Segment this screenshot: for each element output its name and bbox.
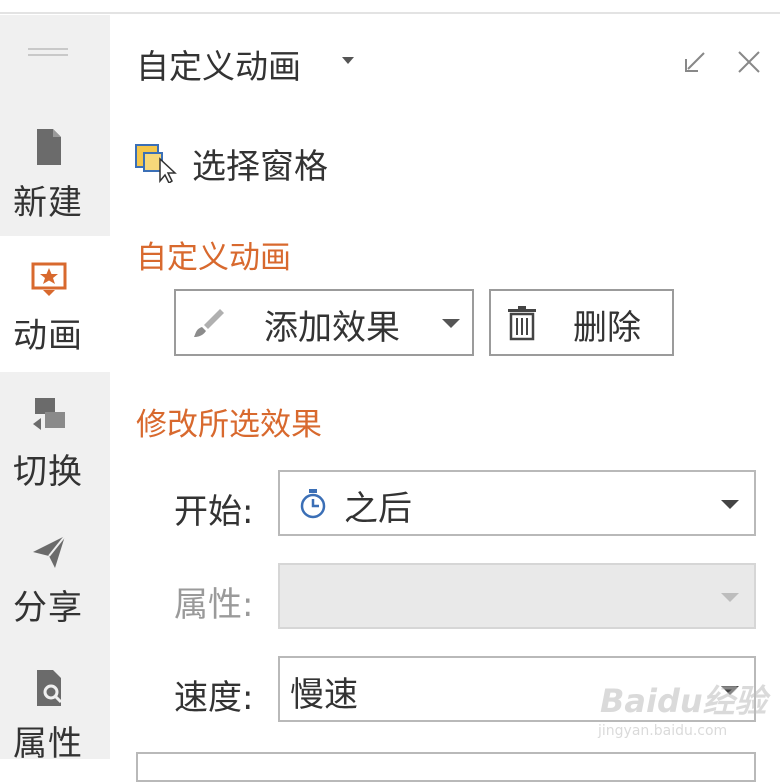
baidu-watermark: Baidu经验 jingyan.baidu.com bbox=[598, 676, 768, 746]
restore-icon[interactable] bbox=[680, 47, 710, 77]
sidebar-item-animation[interactable]: 动画 bbox=[0, 236, 110, 372]
delete-button[interactable]: 删除 bbox=[489, 289, 674, 356]
selection-pane-label: 选择窗格 bbox=[192, 147, 328, 187]
selection-pane-icon bbox=[135, 144, 177, 183]
clock-icon bbox=[300, 489, 326, 519]
sidebar-item-transition[interactable]: 切换 bbox=[0, 372, 110, 508]
add-effect-button[interactable]: 添加效果 bbox=[174, 289, 474, 356]
sidebar-item-new[interactable]: 新建 bbox=[0, 103, 110, 239]
brush-icon bbox=[194, 309, 224, 337]
sidebar-item-label: 动画 bbox=[13, 316, 83, 356]
document-icon bbox=[37, 129, 61, 165]
section-title-custom-animation: 自定义动画 bbox=[136, 240, 291, 276]
task-pane-sidebar: 新建 动画 切换 分享 属性 bbox=[0, 15, 110, 764]
drag-grip-icon[interactable] bbox=[28, 48, 68, 60]
speed-label: 速度: bbox=[174, 678, 254, 718]
watermark-url: jingyan.baidu.com bbox=[598, 723, 728, 739]
properties-icon bbox=[37, 670, 63, 706]
section-title-modify: 修改所选效果 bbox=[136, 407, 322, 443]
sidebar-item-label: 新建 bbox=[13, 183, 83, 223]
property-select bbox=[278, 563, 756, 629]
chevron-down-icon bbox=[721, 593, 739, 602]
property-label: 属性: bbox=[174, 585, 254, 625]
share-icon bbox=[33, 535, 66, 568]
sidebar-item-properties[interactable]: 属性 bbox=[0, 644, 110, 780]
sidebar-item-label: 切换 bbox=[13, 452, 83, 492]
chevron-down-icon[interactable] bbox=[721, 500, 739, 510]
watermark-brand: Baidu经验 bbox=[600, 682, 767, 720]
top-border bbox=[0, 0, 780, 14]
sidebar-item-label: 分享 bbox=[13, 588, 83, 628]
animation-list-box[interactable] bbox=[136, 752, 756, 782]
chevron-down-icon[interactable] bbox=[342, 57, 354, 65]
add-effect-label: 添加效果 bbox=[264, 308, 400, 348]
transition-icon bbox=[33, 398, 65, 430]
start-value: 之后 bbox=[344, 489, 412, 529]
trash-icon bbox=[508, 306, 536, 341]
animation-icon bbox=[31, 262, 67, 296]
delete-label: 删除 bbox=[573, 308, 641, 348]
chevron-down-icon[interactable] bbox=[442, 319, 460, 329]
start-select[interactable]: 之后 bbox=[278, 470, 756, 536]
sidebar-item-label: 属性 bbox=[13, 724, 83, 764]
sidebar-item-share[interactable]: 分享 bbox=[0, 508, 110, 644]
custom-animation-panel: 自定义动画 选择窗格 自定义动画 添加效果 删除 修改所选效果 开始: 之后 属… bbox=[110, 15, 780, 782]
close-icon[interactable] bbox=[734, 47, 764, 77]
speed-value: 慢速 bbox=[290, 675, 358, 715]
panel-title[interactable]: 自定义动画 bbox=[136, 40, 301, 88]
start-label: 开始: bbox=[174, 492, 254, 532]
